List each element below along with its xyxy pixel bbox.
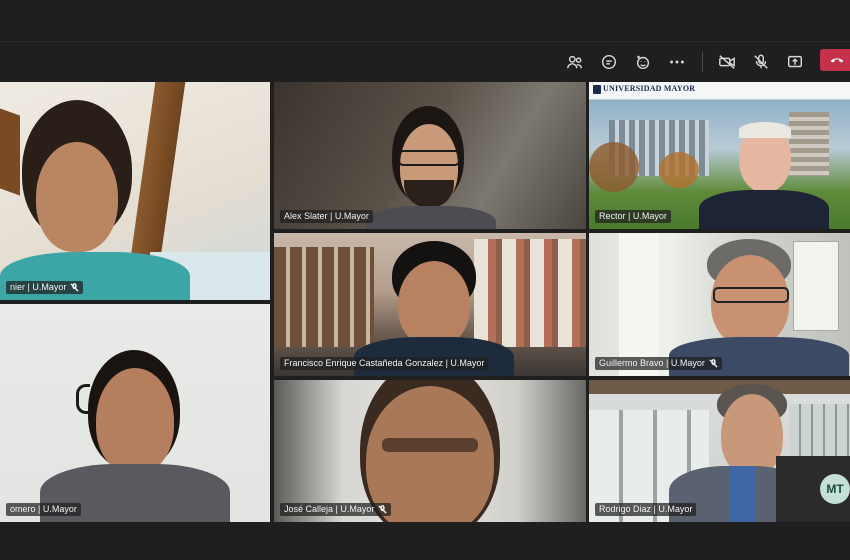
participant-name: José Calleja | U.Mayor bbox=[280, 503, 392, 516]
participant-name: nier | U.Mayor bbox=[6, 281, 84, 294]
video-tile[interactable]: UNIVERSIDAD MAYOR Rector | U.Mayor bbox=[589, 82, 850, 229]
participant-name: Francisco Enrique Castañeda Gonzalez | U… bbox=[280, 357, 489, 370]
more-icon[interactable] bbox=[666, 52, 688, 72]
mic-off-icon bbox=[709, 359, 718, 368]
participant-name: omero | U.Mayor bbox=[6, 503, 81, 516]
video-tile[interactable]: Guillermo Bravo | U.Mayor bbox=[589, 233, 850, 376]
camera-off-icon[interactable] bbox=[716, 52, 738, 72]
participant-name: Rector | U.Mayor bbox=[595, 210, 671, 223]
mic-off-icon[interactable] bbox=[750, 52, 772, 72]
shield-icon bbox=[593, 85, 601, 94]
video-tile[interactable]: omero | U.Mayor bbox=[0, 304, 270, 522]
self-avatar[interactable]: MT bbox=[820, 474, 850, 504]
chat-icon[interactable] bbox=[598, 52, 620, 72]
leave-call-icon bbox=[830, 58, 844, 63]
video-tile[interactable]: Alex Slater | U.Mayor bbox=[274, 82, 586, 229]
participant-name: Rodrigo Diaz | U.Mayor bbox=[595, 503, 697, 516]
bottom-bar bbox=[0, 522, 850, 560]
background-logo: UNIVERSIDAD MAYOR bbox=[603, 84, 696, 93]
leave-call-button[interactable] bbox=[820, 49, 850, 71]
mic-off-icon bbox=[70, 283, 79, 292]
participant-name: Alex Slater | U.Mayor bbox=[280, 210, 373, 223]
video-tile[interactable]: José Calleja | U.Mayor bbox=[274, 380, 586, 522]
video-tile[interactable]: nier | U.Mayor bbox=[0, 82, 270, 300]
video-tile[interactable]: Francisco Enrique Castañeda Gonzalez | U… bbox=[274, 233, 586, 376]
meeting-toolbar bbox=[0, 42, 850, 80]
title-bar bbox=[0, 0, 850, 42]
participant-name: Guillermo Bravo | U.Mayor bbox=[595, 357, 722, 370]
reactions-icon[interactable] bbox=[632, 52, 654, 72]
video-grid: nier | U.Mayor Alex Slater | U.Mayor UNI… bbox=[0, 82, 850, 522]
share-icon[interactable] bbox=[784, 52, 806, 72]
people-icon[interactable] bbox=[564, 52, 586, 72]
mic-off-icon bbox=[378, 505, 387, 514]
toolbar-divider bbox=[702, 52, 703, 72]
